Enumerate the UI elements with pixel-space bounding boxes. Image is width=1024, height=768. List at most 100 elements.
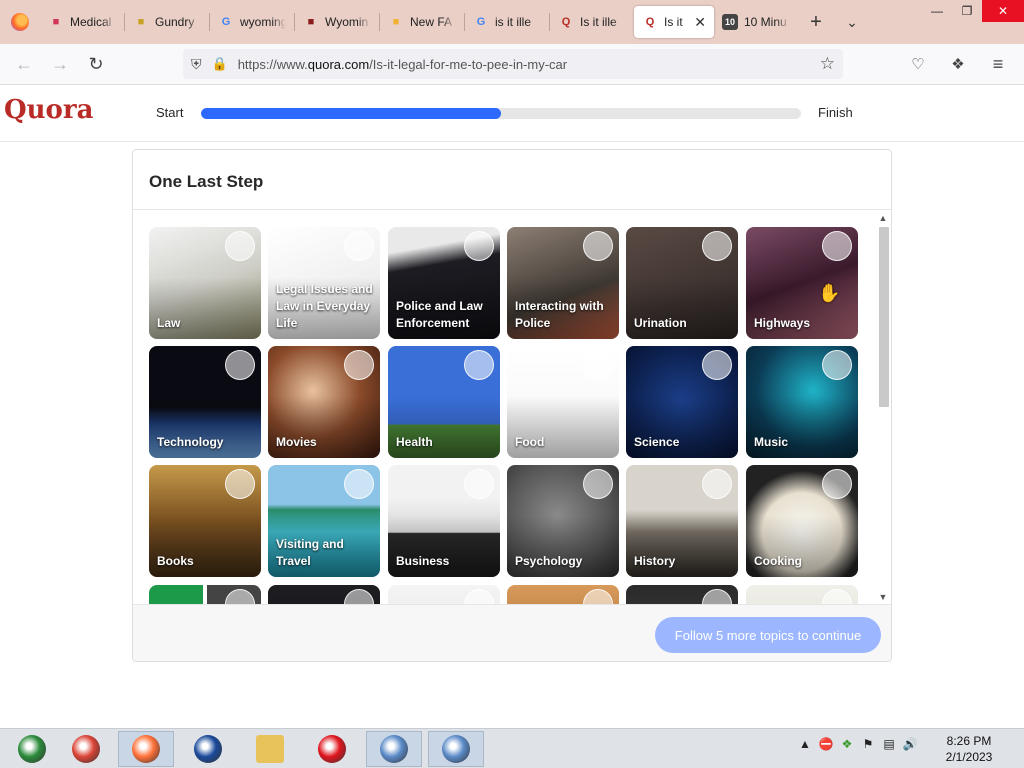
topic-label: Interacting with Police	[515, 299, 604, 330]
browser-tab[interactable]: Q Is it ille	[550, 6, 634, 38]
minimize-button[interactable]: —	[922, 0, 952, 22]
topic-select-checkbox[interactable]	[702, 231, 732, 261]
topic-tile[interactable]: Movies	[268, 346, 380, 458]
topic-select-checkbox[interactable]	[702, 469, 732, 499]
topic-select-checkbox[interactable]	[822, 469, 852, 499]
topic-select-checkbox[interactable]	[583, 469, 613, 499]
topic-tile[interactable]: Science	[626, 346, 738, 458]
bookmark-star-icon[interactable]: ☆	[820, 54, 835, 74]
tab-title: Is it	[664, 15, 683, 29]
windows-start-taskbar-button[interactable]	[4, 731, 60, 767]
obama-taskbar-button[interactable]	[180, 731, 236, 767]
back-button[interactable]: ←	[6, 48, 42, 80]
browser-tab[interactable]: Gis it ille	[465, 6, 549, 38]
reload-button[interactable]: ↻	[78, 48, 114, 80]
topic-tile[interactable]: Psychology	[507, 465, 619, 577]
topic-tile[interactable]: History	[626, 465, 738, 577]
topic-tile[interactable]	[507, 585, 619, 604]
topic-label: Business	[396, 554, 450, 568]
firefox-taskbar-button[interactable]	[118, 731, 174, 767]
topic-select-checkbox[interactable]	[225, 350, 255, 380]
follow-topics-continue-button[interactable]: Follow 5 more topics to continue	[655, 617, 881, 653]
topic-label: Urination	[634, 316, 687, 330]
onboarding-progress-bar	[201, 108, 801, 119]
scroll-up-arrow-icon[interactable]: ▲	[875, 211, 891, 225]
topic-tile[interactable]: Urination	[626, 227, 738, 339]
extensions-icon[interactable]: ❖	[940, 48, 976, 80]
network-app-2-taskbar-button[interactable]	[428, 731, 484, 767]
topic-select-checkbox[interactable]	[225, 231, 255, 261]
browser-tab[interactable]: Gwyoming	[210, 6, 294, 38]
topic-tile[interactable]: Interacting with Police	[507, 227, 619, 339]
topic-select-checkbox[interactable]	[702, 350, 732, 380]
topic-tile[interactable]: Health	[388, 346, 500, 458]
network-app-icon	[380, 735, 408, 763]
topic-tile[interactable]: Business	[388, 465, 500, 577]
chrome-taskbar-button[interactable]	[58, 731, 114, 767]
topic-tile[interactable]: Cooking	[746, 465, 858, 577]
topic-tile[interactable]	[268, 585, 380, 604]
action-center-flag-icon[interactable]: ⚑	[861, 737, 875, 751]
scroll-down-arrow-icon[interactable]: ▼	[875, 590, 891, 604]
topic-tile[interactable]	[626, 585, 738, 604]
network-app-taskbar-button[interactable]	[366, 731, 422, 767]
clock-date: 2/1/2023	[945, 750, 993, 764]
topic-select-checkbox[interactable]	[344, 350, 374, 380]
tray-stop-icon[interactable]: ⛔	[819, 737, 834, 751]
close-window-button[interactable]: ✕	[982, 0, 1024, 22]
pocket-icon[interactable]: ♡	[900, 48, 936, 80]
forward-button[interactable]: →	[42, 48, 78, 80]
topic-tile[interactable]: Food	[507, 346, 619, 458]
network-icon[interactable]: ▤	[882, 737, 896, 751]
topic-select-checkbox[interactable]	[822, 350, 852, 380]
topic-tile[interactable]	[746, 585, 858, 604]
topic-select-checkbox[interactable]	[464, 469, 494, 499]
opera-taskbar-button[interactable]	[304, 731, 360, 767]
topic-select-checkbox[interactable]	[822, 231, 852, 261]
topic-tile[interactable]: Books	[149, 465, 261, 577]
topic-tile[interactable]	[149, 585, 261, 604]
new-tab-button[interactable]: +	[798, 6, 834, 38]
browser-tab[interactable]: ■ Gundry	[125, 6, 209, 38]
url-text[interactable]: https://www.quora.com/Is-it-legal-for-me…	[238, 57, 810, 72]
tray-overflow-arrow-icon[interactable]: ▲	[798, 737, 812, 751]
topic-select-checkbox[interactable]	[344, 469, 374, 499]
topic-tile[interactable]: Visiting and Travel	[268, 465, 380, 577]
topic-tile[interactable]: Highways	[746, 227, 858, 339]
hamburger-menu-icon[interactable]: ≡	[980, 48, 1016, 80]
close-tab-icon[interactable]: ✕	[694, 14, 706, 31]
browser-tab[interactable]: ■ Wyomin	[295, 6, 379, 38]
firefox-menu-icon[interactable]	[0, 0, 40, 44]
topic-label: Psychology	[515, 554, 583, 568]
topic-select-checkbox[interactable]	[344, 231, 374, 261]
taskbar-clock[interactable]: 8:26 PM 2/1/2023	[934, 733, 1004, 765]
topic-tile[interactable]: Legal Issues and Law in Everyday Life	[268, 227, 380, 339]
shield-icon[interactable]: ⛨	[191, 56, 202, 73]
topic-select-checkbox[interactable]	[225, 469, 255, 499]
scroll-thumb[interactable]	[879, 227, 889, 407]
restore-button[interactable]: ❐	[952, 0, 982, 22]
address-bar[interactable]: ⛨ 🔒 https://www.quora.com/Is-it-legal-fo…	[183, 49, 843, 79]
topic-select-checkbox[interactable]	[583, 350, 613, 380]
topic-selection-modal: One Last Step Law Legal Issues and Law in…	[132, 149, 892, 662]
topic-select-checkbox[interactable]	[464, 350, 494, 380]
tray-app-icon[interactable]: ❖	[840, 737, 854, 751]
topic-tile[interactable]	[388, 585, 500, 604]
lock-icon[interactable]: 🔒	[212, 56, 228, 72]
browser-tab[interactable]: ■ Medical	[40, 6, 124, 38]
topic-tile[interactable]: Music	[746, 346, 858, 458]
tab-title: Wyomin	[325, 15, 369, 29]
topic-tile[interactable]: Law	[149, 227, 261, 339]
volume-icon[interactable]: 🔊	[903, 737, 918, 751]
file-explorer-taskbar-button[interactable]	[242, 731, 298, 767]
topic-tile[interactable]: Police and Law Enforcement	[388, 227, 500, 339]
topic-tile[interactable]: Technology	[149, 346, 261, 458]
topic-select-checkbox[interactable]	[583, 231, 613, 261]
topic-select-checkbox[interactable]	[464, 231, 494, 261]
browser-tab[interactable]: 10 10 Minu	[714, 6, 798, 38]
browser-tab[interactable]: ■ New FA	[380, 6, 464, 38]
list-all-tabs-icon[interactable]: ⌄	[834, 6, 870, 38]
browser-tab[interactable]: Q Is it ✕	[634, 6, 714, 38]
topic-grid-scrollbar[interactable]: ▲ ▼	[875, 211, 891, 604]
quora-logo[interactable]: Quora	[4, 95, 93, 125]
